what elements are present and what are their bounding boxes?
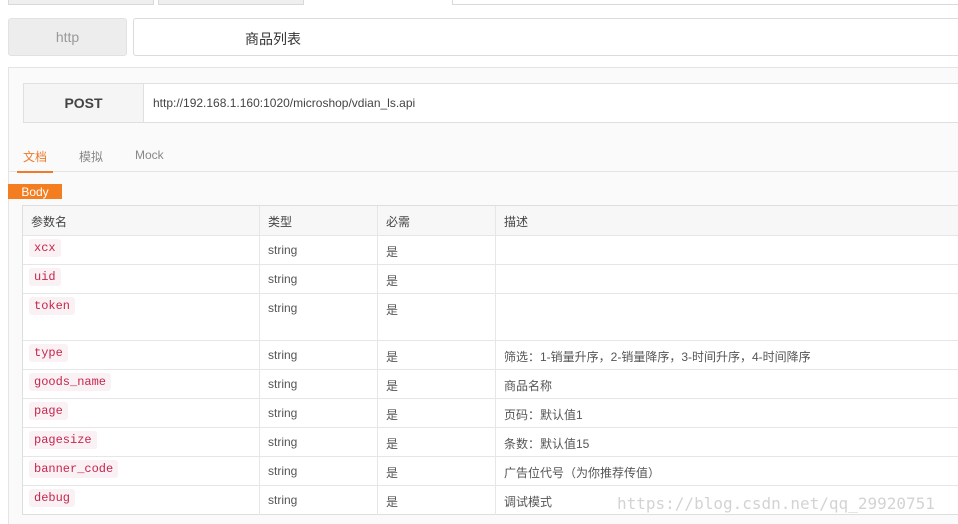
- param-name: type: [29, 344, 68, 362]
- header-description: 描述: [504, 215, 529, 229]
- request-url[interactable]: http://192.168.1.160:1020/microshop/vdia…: [153, 96, 415, 110]
- param-type: string: [268, 301, 298, 315]
- table-row: goods_name string 是 商品名称: [23, 370, 958, 399]
- tab-simulate[interactable]: 模拟: [79, 148, 103, 165]
- table-header-row: 参数名 类型 必需 描述: [23, 206, 958, 236]
- param-type: string: [268, 243, 298, 257]
- param-desc: 商品名称: [504, 379, 553, 393]
- protocol-label: http: [55, 29, 80, 45]
- param-desc: 页码：默认值1: [504, 408, 583, 422]
- watermark-text: https://blog.csdn.net/qq_29920751: [617, 494, 935, 513]
- param-required: 是: [386, 466, 399, 480]
- top-tab-3[interactable]: [452, 0, 958, 5]
- param-desc: 调试模式: [504, 495, 553, 509]
- param-required: 是: [386, 379, 399, 393]
- body-section-badge: Body: [8, 184, 62, 199]
- param-type: string: [268, 493, 298, 507]
- params-table: 参数名 类型 必需 描述 xcx string 是 uid string 是 t…: [22, 205, 958, 515]
- param-type: string: [268, 464, 298, 478]
- param-name: xcx: [29, 239, 61, 257]
- param-required: 是: [386, 437, 399, 451]
- param-name: goods_name: [29, 373, 112, 391]
- param-type: string: [268, 406, 298, 420]
- table-row: pagesize string 是 条数：默认值15: [23, 428, 958, 457]
- param-desc: 广告位代号（为你推荐传值）: [504, 466, 661, 480]
- param-required: 是: [386, 350, 399, 364]
- tab-docs[interactable]: 文档: [16, 148, 54, 173]
- detail-tabs: 文档 模拟 Mock: [8, 140, 958, 173]
- top-tab-strip: [0, 0, 958, 5]
- top-tab-1[interactable]: [8, 0, 154, 5]
- table-row: token string 是: [23, 294, 958, 341]
- header-type: 类型: [268, 215, 293, 229]
- table-row: page string 是 页码：默认值1: [23, 399, 958, 428]
- table-row: banner_code string 是 广告位代号（为你推荐传值）: [23, 457, 958, 486]
- param-name: page: [29, 402, 68, 420]
- protocol-selector[interactable]: http: [8, 18, 127, 56]
- param-required: 是: [386, 495, 399, 509]
- param-desc: 条数：默认值15: [504, 437, 590, 451]
- api-name-field[interactable]: 商品列表: [133, 18, 958, 56]
- param-type: string: [268, 377, 298, 391]
- api-name-text: 商品列表: [245, 31, 301, 47]
- param-name: debug: [29, 489, 76, 507]
- table-row: xcx string 是: [23, 236, 958, 265]
- header-required: 必需: [386, 215, 411, 229]
- param-required: 是: [386, 274, 399, 288]
- http-method[interactable]: POST: [24, 84, 144, 122]
- param-name: pagesize: [29, 431, 97, 449]
- table-row: uid string 是: [23, 265, 958, 294]
- top-tab-2[interactable]: [158, 0, 304, 5]
- header-param-name: 参数名: [31, 215, 68, 229]
- param-required: 是: [386, 408, 399, 422]
- param-required: 是: [386, 303, 399, 317]
- param-type: string: [268, 435, 298, 449]
- tab-mock[interactable]: Mock: [135, 148, 164, 162]
- request-url-row: POST http://192.168.1.160:1020/microshop…: [23, 83, 958, 123]
- param-name: token: [29, 297, 76, 315]
- param-name: uid: [29, 268, 61, 286]
- param-type: string: [268, 272, 298, 286]
- param-name: banner_code: [29, 460, 119, 478]
- param-required: 是: [386, 245, 399, 259]
- param-type: string: [268, 348, 298, 362]
- param-desc: 筛选：1-销量升序，2-销量降序，3-时间升序，4-时间降序: [504, 350, 811, 364]
- table-row: type string 是 筛选：1-销量升序，2-销量降序，3-时间升序，4-…: [23, 341, 958, 370]
